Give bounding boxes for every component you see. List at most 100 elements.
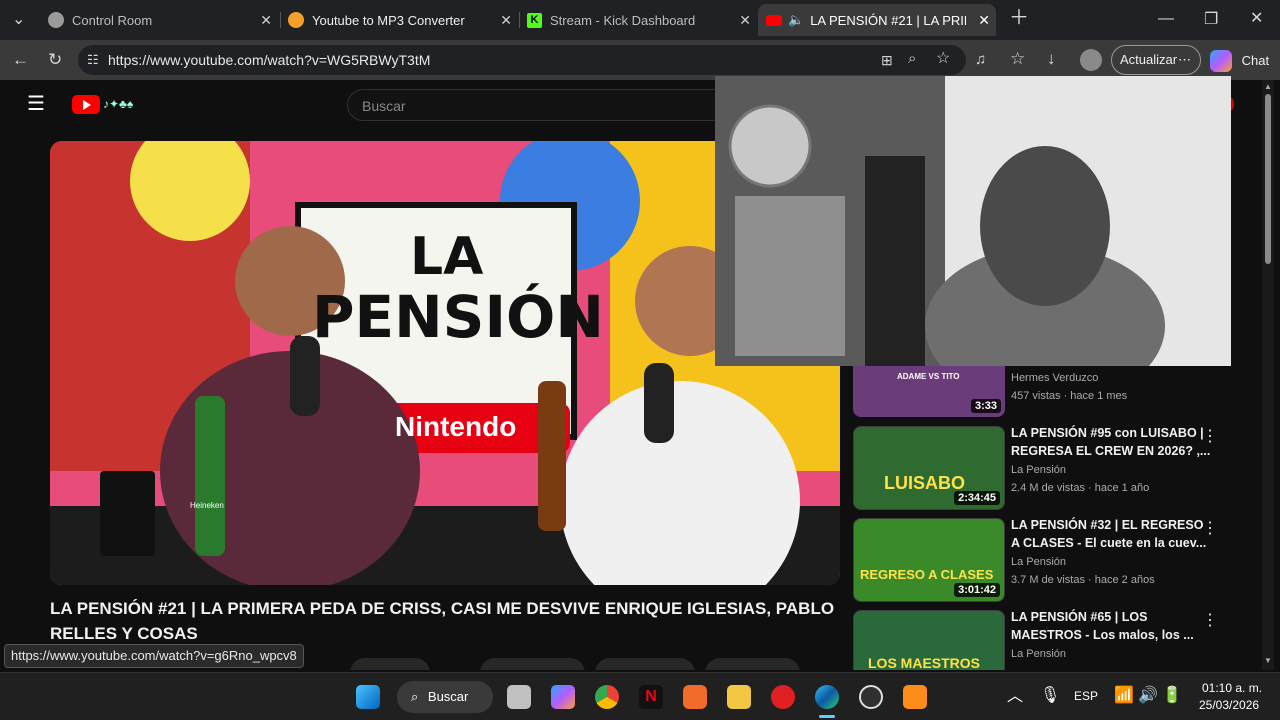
search-label: Buscar	[427, 689, 469, 704]
language-indicator[interactable]: ESP	[1074, 689, 1098, 703]
related-channel[interactable]: La Pensión	[1011, 464, 1066, 476]
minimize-icon[interactable]: —	[1158, 11, 1174, 27]
app-available-icon[interactable]: ⊞	[881, 52, 893, 68]
related-title-line[interactable]: MAESTROS - Los malos, los ...	[1011, 626, 1194, 644]
search-placeholder: Buscar	[362, 98, 406, 114]
avatar[interactable]	[1080, 49, 1102, 71]
video-thumbnail[interactable]: LOS MAESTROS	[853, 610, 1005, 670]
close-icon[interactable]: ✕	[260, 12, 272, 29]
restore-icon[interactable]: ❐	[1204, 12, 1218, 28]
webcam-overlay	[715, 76, 1231, 366]
search-button[interactable]: ⌕ Buscar	[397, 681, 493, 713]
show-hidden-icons-chevron[interactable]: ︿	[1007, 689, 1023, 705]
tab-list-chevron-icon[interactable]: ⌄	[12, 12, 25, 28]
related-item[interactable]: LOS MAESTROS LA PENSIÓN #65 | LOS MAESTR…	[852, 610, 1252, 670]
address-url: https://www.youtube.com/watch?v=WG5RBWyT…	[108, 52, 431, 68]
start-icon[interactable]	[356, 685, 380, 709]
new-tab-icon[interactable]: ＋	[1009, 8, 1029, 28]
related-title-line[interactable]: A CLASES - El cuete en la cuev...	[1011, 534, 1206, 552]
action-buttons-row	[350, 658, 840, 670]
related-title-line[interactable]: LA PENSIÓN #32 | EL REGRESO	[1011, 516, 1203, 534]
clip-button[interactable]	[705, 658, 800, 670]
sign-text-pension: PENSIÓN	[312, 283, 604, 351]
favorites-icon[interactable]: ☆	[1010, 50, 1025, 67]
microphone-icon[interactable]: 🎙	[1040, 688, 1060, 704]
kick-icon: K	[527, 12, 542, 28]
file-explorer-icon[interactable]	[727, 685, 751, 709]
related-item[interactable]: REGRESO A CLASES 3:01:42 LA PENSIÓN #32 …	[852, 518, 1252, 602]
netflix-icon[interactable]: N	[639, 685, 663, 709]
update-button[interactable]: Actualizar ⋯	[1111, 45, 1201, 75]
tab-youtube-mp3[interactable]: Youtube to MP3 Converter ✕	[282, 4, 518, 36]
battery-icon[interactable]: 🔋	[1162, 688, 1182, 704]
window-close-icon[interactable]: ✕	[1250, 11, 1263, 27]
play-icon	[83, 100, 91, 110]
close-icon[interactable]: ✕	[978, 12, 990, 29]
download-icon[interactable]: ↓	[1047, 50, 1056, 67]
video-thumbnail[interactable]: LUISABO 2:34:45	[853, 426, 1005, 510]
more-icon: ⋯	[1178, 52, 1191, 67]
scrollbar[interactable]: ▲ ▼	[1262, 80, 1274, 670]
related-channel[interactable]: Hermes Verduzco	[1011, 372, 1098, 384]
obs-icon[interactable]	[859, 685, 883, 709]
search-input[interactable]: Buscar	[347, 89, 727, 121]
more-options-icon[interactable]: ⋮	[1202, 610, 1218, 630]
volume-icon[interactable]: 🔊	[1138, 688, 1158, 704]
more-options-icon[interactable]: ⋮	[1202, 518, 1218, 538]
tab-la-pension[interactable]: 🔈 LA PENSIÓN #21 | LA PRIMERA ✕	[758, 4, 996, 36]
like-button[interactable]	[350, 658, 430, 670]
address-bar[interactable]: ☷ https://www.youtube.com/watch?v=WG5RBW…	[78, 45, 966, 75]
back-arrow-icon[interactable]: ←	[12, 51, 29, 68]
duration-badge: 2:34:45	[954, 491, 1000, 505]
related-item[interactable]: LUISABO 2:34:45 LA PENSIÓN #95 con LUISA…	[852, 426, 1252, 510]
related-title-line[interactable]: LA PENSIÓN #65 | LOS	[1011, 608, 1147, 626]
related-meta: 457 vistas · hace 1 mes	[1011, 390, 1128, 402]
more-options-icon[interactable]: ⋮	[1202, 426, 1218, 446]
fl-studio-icon[interactable]	[903, 685, 927, 709]
close-icon[interactable]: ✕	[500, 12, 512, 29]
video-thumbnail[interactable]: ADAME VS TITO 3:33	[853, 366, 1005, 417]
related-title-line[interactable]: REGRESA EL CREW EN 2026? ,...	[1011, 442, 1210, 460]
active-indicator	[819, 715, 835, 718]
tab-separator	[280, 12, 281, 28]
video-thumbnail[interactable]: REGRESO A CLASES 3:01:42	[853, 518, 1005, 602]
toolbar: ← ↻ ☷ https://www.youtube.com/watch?v=WG…	[0, 40, 1280, 80]
beer-bottle-brown	[538, 381, 566, 531]
reload-icon[interactable]: ↻	[48, 51, 62, 68]
task-view-icon[interactable]	[507, 685, 531, 709]
site-info-icon[interactable]: ☷	[87, 52, 99, 68]
speaker-icon[interactable]: 🔈	[788, 12, 804, 28]
download-button[interactable]	[595, 658, 695, 670]
share-button[interactable]	[480, 658, 585, 670]
zoom-icon[interactable]: ⌕	[908, 51, 916, 67]
menu-icon[interactable]: ☰	[27, 94, 45, 114]
video-title: LA PENSIÓN #21 | LA PRIMERA PEDA DE CRIS…	[50, 599, 835, 643]
clock-date[interactable]: 25/03/2026	[1199, 698, 1259, 712]
related-title-line[interactable]: LA PENSIÓN #95 con LUISABO |	[1011, 424, 1204, 442]
scrollbar-thumb[interactable]	[1265, 94, 1271, 264]
close-icon[interactable]: ✕	[739, 12, 751, 29]
youtube-logo[interactable]	[72, 95, 100, 114]
thumbnail-text: REGRESO A CLASES	[860, 567, 994, 582]
copilot-icon[interactable]	[551, 685, 575, 709]
chrome-icon[interactable]	[595, 685, 619, 709]
media-player-icon[interactable]	[771, 685, 795, 709]
scrollbar-up-icon[interactable]: ▲	[1264, 82, 1272, 91]
scrollbar-down-icon[interactable]: ▼	[1264, 656, 1272, 665]
clock-time[interactable]: 01:10 a. m.	[1202, 681, 1262, 695]
app-orange-icon[interactable]	[683, 685, 707, 709]
copilot-chat-button[interactable]: Chat	[1210, 48, 1269, 72]
related-channel[interactable]: La Pensión	[1011, 648, 1066, 660]
beer-bottle-green	[195, 396, 225, 556]
favorite-star-icon[interactable]: ☆	[936, 51, 950, 67]
tab-control-room[interactable]: Control Room ✕	[40, 4, 278, 36]
thumbnail-text: ADAME VS TITO	[897, 372, 960, 381]
related-item[interactable]: ADAME VS TITO 3:33 Hermes Verduzco 457 v…	[852, 366, 1252, 418]
thumbnail-text: LOS MAESTROS	[868, 655, 981, 670]
read-aloud-icon[interactable]: ♫	[975, 52, 986, 68]
edge-icon[interactable]	[815, 685, 839, 709]
tab-kick-dashboard[interactable]: K Stream - Kick Dashboard ✕	[521, 4, 757, 36]
wifi-icon[interactable]: 📶	[1114, 688, 1134, 704]
tab-title: Control Room	[72, 12, 153, 28]
related-channel[interactable]: La Pensión	[1011, 556, 1066, 568]
